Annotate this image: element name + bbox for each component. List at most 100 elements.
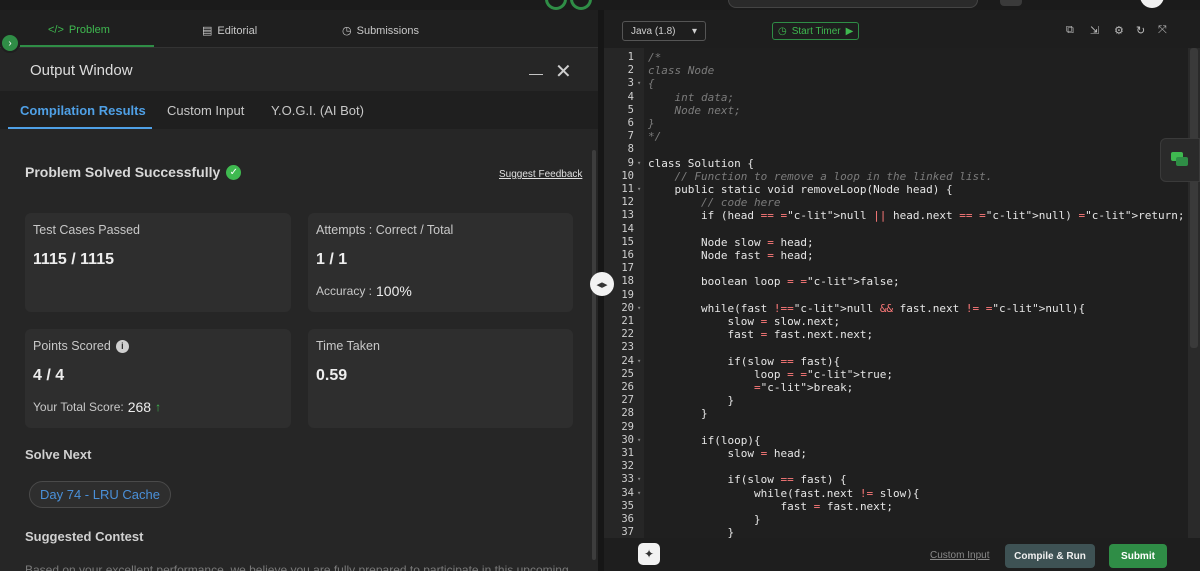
tab-editorial[interactable]: ▤ Editorial [202, 24, 258, 38]
left-scrollbar[interactable] [592, 150, 596, 560]
check-circle-icon: ✓ [226, 164, 242, 180]
line-number: 24 [621, 354, 634, 367]
line-number: 26 [621, 381, 634, 393]
tab-submissions[interactable]: ◷ Submissions [342, 24, 419, 38]
code-text: if(slow == fast) { [648, 473, 847, 487]
problem-tabs: </> Problem ▤ Editorial ◷ Submissions [0, 10, 598, 48]
points-label: Points Scored [33, 339, 111, 353]
code-text: fast = fast.next; [648, 499, 894, 513]
tab-compilation-results[interactable]: Compilation Results [20, 103, 146, 118]
info-icon[interactable]: i [115, 339, 129, 353]
fold-chevron-icon[interactable]: ▾ [637, 77, 641, 90]
attempts-label: Attempts : Correct / Total [316, 223, 454, 237]
code-line: 16 Node fast = head; [604, 249, 1200, 262]
resize-handle-icon[interactable]: ◂▸ [590, 272, 614, 296]
chat-icon[interactable] [1160, 138, 1200, 182]
compile-run-button[interactable]: Compile & Run [1005, 544, 1095, 568]
custom-input-link[interactable]: Custom Input [930, 550, 989, 561]
solve-next-problem-link[interactable]: Day 74 - LRU Cache [29, 481, 171, 508]
code-text: slow = slow.next; [648, 315, 841, 328]
play-icon: ▶ [845, 25, 854, 37]
start-timer-button[interactable]: ◷ Start Timer ▶ [772, 22, 860, 40]
result-tabs: Compilation Results Custom Input Y.O.G.I… [0, 91, 598, 129]
search-input[interactable] [728, 0, 978, 8]
submit-button[interactable]: Submit [1109, 544, 1167, 568]
lightbulb-icon[interactable]: ✦ [638, 543, 660, 565]
code-line: 2 class Node [604, 64, 1200, 77]
tab-yogi-ai-bot[interactable]: Y.O.G.I. (AI Bot) [271, 103, 364, 118]
nav-button[interactable] [1000, 0, 1022, 6]
line-number: 31 [621, 447, 634, 459]
code-editor[interactable]: 1/* 2 class Node 3 ▾{4 int data; 5 Node next;… [604, 48, 1200, 538]
test-cases-value: 1115 / 1115 [33, 251, 114, 268]
gear-icon[interactable]: ⚙ [1114, 24, 1124, 37]
code-line: 28 } [604, 407, 1200, 420]
code-line: 17 [604, 262, 1200, 275]
fold-chevron-icon[interactable]: ▾ [637, 487, 641, 500]
editor-toolbar: Java (1.8) ▾ ◷ Start Timer ▶ ⧉ ⇲ ⚙ ↻ ⤧ [604, 10, 1200, 48]
line-number: 22 [621, 328, 634, 341]
editor-scrollbar-thumb[interactable] [1190, 48, 1198, 348]
language-select[interactable]: Java (1.8) ▾ [622, 21, 706, 41]
code-text: Node next; [648, 103, 741, 117]
file-export-icon[interactable]: ⇲ [1090, 24, 1099, 37]
code-line: 21 slow = slow.next; [604, 315, 1200, 328]
fullscreen-icon[interactable]: ⤧ [1158, 24, 1167, 37]
timer-icon: ◷ [778, 25, 787, 37]
code-text: class Solution { [648, 156, 754, 170]
line-number: 12 [621, 196, 634, 209]
code-line: 1 /* [604, 51, 1200, 64]
suggest-feedback-link[interactable]: Suggest Feedback [499, 169, 582, 180]
line-number: 29 [621, 420, 634, 433]
fold-chevron-icon[interactable]: ▾ [637, 302, 641, 315]
code-line: 32 [604, 460, 1200, 473]
solve-next-heading: Solve Next [25, 447, 92, 462]
line-number: 15 [621, 235, 634, 248]
tab-problem[interactable]: </> Problem [48, 24, 110, 36]
logo-icon-2 [570, 0, 592, 10]
tab-custom-input[interactable]: Custom Input [167, 103, 244, 118]
code-line: 33 ▾ if(slow == fast) { [604, 473, 1200, 486]
line-number: 27 [621, 394, 634, 407]
code-text: Node fast = head; [648, 249, 814, 262]
code-text: // code here [700, 196, 781, 210]
fold-chevron-icon[interactable]: ▾ [637, 157, 641, 170]
code-line: 25 loop = ="c-lit">true; [604, 368, 1200, 381]
code-text: class Node [648, 64, 715, 78]
line-number: 17 [621, 262, 634, 275]
code-line: 29 [604, 421, 1200, 434]
total-score-label: Your Total Score: [33, 400, 124, 414]
code-text: loop = ="c-lit">true; [648, 367, 894, 381]
code-text: } [648, 513, 761, 526]
app-root: </> Problem ▤ Editorial ◷ Submissions Ou… [0, 0, 1200, 571]
fold-chevron-icon[interactable]: ▾ [637, 183, 641, 196]
minimize-icon[interactable]: — [529, 65, 544, 81]
editor-scrollbar[interactable] [1188, 48, 1200, 538]
copy-icon[interactable]: ⧉ [1066, 24, 1074, 37]
line-number: 20 [621, 301, 634, 314]
line-number: 14 [621, 222, 634, 235]
code-text: { [648, 77, 655, 91]
avatar[interactable] [1140, 0, 1164, 8]
fold-chevron-icon[interactable]: ▾ [637, 355, 641, 368]
line-number: 5 [627, 103, 634, 116]
fold-chevron-icon[interactable]: ▾ [637, 434, 641, 447]
code-line: 22 fast = fast.next.next; [604, 328, 1200, 341]
line-number: 1 [627, 51, 634, 63]
reset-icon[interactable]: ↻ [1136, 24, 1145, 37]
code-text: fast = fast.next.next; [648, 328, 874, 342]
tab-editorial-label: Editorial [217, 24, 258, 37]
accuracy-label: Accuracy : [316, 284, 373, 298]
active-tab-indicator [20, 45, 154, 47]
fold-chevron-icon[interactable]: ▾ [637, 473, 641, 486]
code-line: 27 } [604, 394, 1200, 407]
line-number: 16 [621, 249, 634, 261]
time-taken-value: 0.59 [316, 367, 348, 384]
code-line: 5 Node next; [604, 104, 1200, 117]
success-status: Problem Solved Successfully ✓ [25, 164, 242, 180]
close-icon[interactable]: ✕ [555, 59, 572, 84]
chevron-right-icon[interactable]: › [0, 33, 20, 53]
code-text: } [648, 117, 655, 130]
line-number: 37 [621, 526, 634, 538]
accuracy-row: Accuracy : 100% [316, 283, 412, 299]
